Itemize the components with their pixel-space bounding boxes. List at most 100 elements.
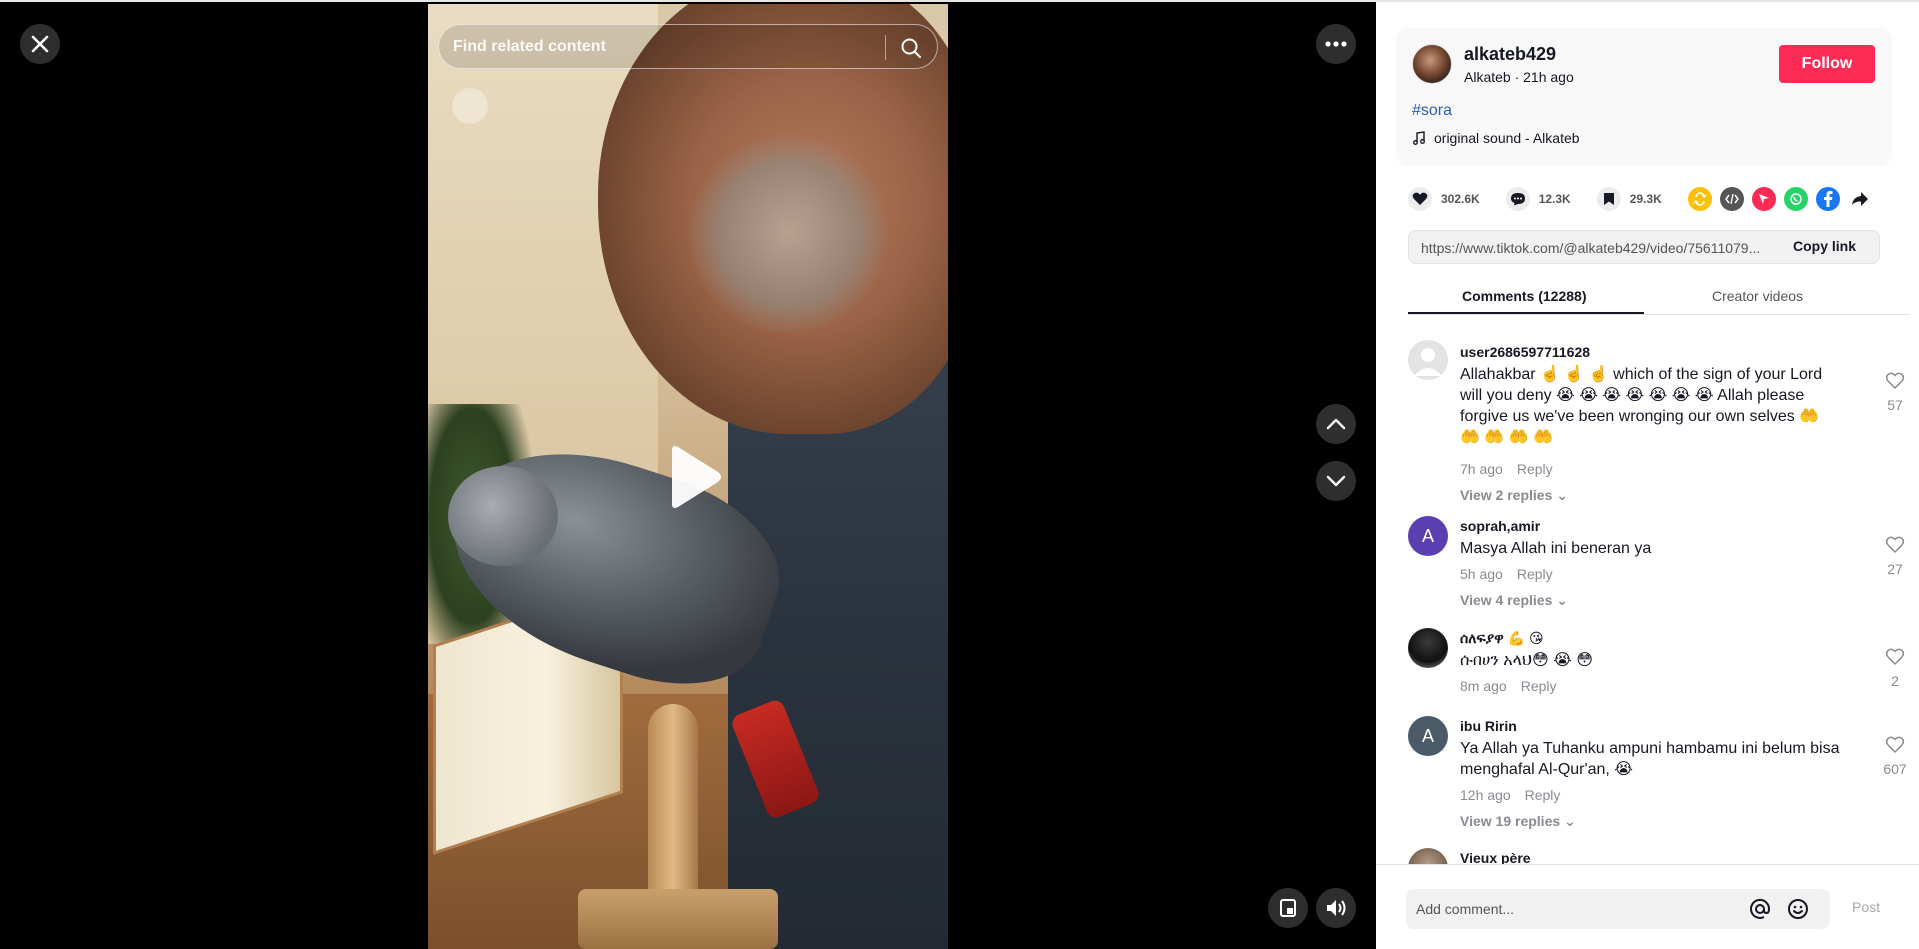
related-search-input[interactable]: [453, 25, 873, 68]
search-divider: [885, 35, 886, 60]
author-avatar[interactable]: [1412, 44, 1452, 84]
comment-avatar[interactable]: [1408, 628, 1448, 668]
comment-stat[interactable]: 12.3K: [1505, 187, 1571, 211]
view-replies-button[interactable]: View 2 replies ⌄: [1460, 487, 1568, 504]
comment-composer: Post: [1376, 864, 1919, 949]
comment-meta: 8m ago Reply: [1460, 678, 1557, 694]
share-arrow-icon[interactable]: [1848, 187, 1872, 211]
add-comment-box: [1406, 889, 1830, 929]
comment-text: ሱበሀን አላህ😳 😭 😳: [1460, 652, 1593, 669]
comment-username[interactable]: ሰለፍያዋ 💪 😘: [1460, 630, 1544, 647]
comment-item: ሰለፍያዋ 💪 😘 ሱበሀን አላህ😳 😭 😳 8m ago Reply 2: [1408, 628, 1905, 698]
chevron-up-icon: [1326, 418, 1346, 430]
comment-avatar[interactable]: A: [1408, 516, 1448, 556]
video-info-card: alkateb429 Alkateb · 21h ago Follow #sor…: [1396, 28, 1892, 166]
sora-watermark-icon: [452, 88, 488, 124]
tab-creator-videos[interactable]: Creator videos: [1712, 288, 1803, 304]
view-replies-label: View 4 replies: [1460, 592, 1553, 608]
facebook-icon[interactable]: [1815, 187, 1840, 211]
bookmark-icon: [1596, 187, 1621, 211]
play-button[interactable]: [664, 444, 724, 510]
active-tab-underline: [1408, 312, 1644, 314]
comment-username[interactable]: user2686597711628: [1460, 344, 1590, 360]
comment-like-count: 57: [1887, 397, 1903, 413]
search-icon[interactable]: [899, 36, 923, 60]
post-button[interactable]: Post: [1852, 899, 1880, 915]
tab-comments[interactable]: Comments (12288): [1462, 288, 1587, 304]
comment-username[interactable]: soprah,amir: [1460, 518, 1540, 534]
comment-text: Masya Allah ini beneran ya: [1460, 540, 1652, 557]
reply-button[interactable]: Reply: [1517, 566, 1553, 582]
heart-outline-icon: [1885, 648, 1905, 666]
video-scene-parrot-head: [448, 466, 558, 566]
save-count: 29.3K: [1629, 192, 1662, 206]
save-stat[interactable]: 29.3K: [1596, 187, 1662, 211]
comment-username[interactable]: Vieux père: [1460, 850, 1531, 864]
add-comment-input[interactable]: [1416, 889, 1736, 929]
like-count: 302.6K: [1441, 192, 1480, 206]
volume-icon: [1327, 900, 1346, 916]
comment-username[interactable]: ibu Ririn: [1460, 718, 1517, 734]
author-subline: Alkateb · 21h ago: [1464, 69, 1574, 85]
embed-icon[interactable]: [1719, 187, 1744, 211]
comment-avatar[interactable]: A: [1408, 716, 1448, 756]
heart-icon: [1408, 187, 1432, 211]
tiktok-video-page: alkateb429 Alkateb · 21h ago Follow #sor…: [0, 0, 1919, 949]
more-dots-icon: [1325, 41, 1347, 47]
more-options-button[interactable]: [1316, 24, 1356, 64]
previous-video-button[interactable]: [1316, 404, 1356, 444]
view-replies-label: View 2 replies: [1460, 487, 1553, 503]
comment-time: 12h ago: [1460, 787, 1511, 803]
view-replies-button[interactable]: View 19 replies ⌄: [1460, 813, 1576, 830]
send-icon[interactable]: [1751, 187, 1776, 211]
like-stat[interactable]: 302.6K: [1408, 187, 1480, 211]
comment-meta: 12h ago Reply: [1460, 787, 1560, 803]
default-avatar-icon[interactable]: [1408, 340, 1448, 380]
music-title: original sound - Alkateb: [1434, 130, 1580, 146]
reply-button[interactable]: Reply: [1525, 787, 1561, 803]
reply-button[interactable]: Reply: [1521, 678, 1557, 694]
mention-icon[interactable]: [1748, 897, 1772, 921]
view-replies-label: View 19 replies: [1460, 813, 1561, 829]
comment-count: 12.3K: [1538, 192, 1571, 206]
comment-meta: 7h ago Reply: [1460, 461, 1553, 477]
comment-like[interactable]: 607: [1880, 736, 1910, 777]
video-area: [0, 0, 1376, 949]
copy-link-button[interactable]: Copy link: [1793, 238, 1856, 254]
comment-like-count: 607: [1883, 761, 1907, 777]
video-link-url[interactable]: https://www.tiktok.com/@alkateb429/video…: [1421, 240, 1781, 256]
repost-icon[interactable]: [1687, 187, 1712, 211]
hashtag-link[interactable]: #sora: [1412, 102, 1452, 120]
volume-button[interactable]: [1316, 888, 1356, 928]
heart-outline-icon: [1885, 736, 1905, 754]
music-note-icon: [1413, 131, 1425, 145]
heart-outline-icon: [1885, 536, 1905, 554]
music-row[interactable]: original sound - Alkateb: [1412, 130, 1580, 146]
comment-bubble-icon: [1505, 187, 1530, 211]
chevron-down-icon: ⌄: [1556, 487, 1568, 503]
comment-like[interactable]: 57: [1880, 372, 1910, 413]
comment-text: Allahakbar ☝️ ☝️ ☝️ which of the sign of…: [1460, 366, 1823, 446]
view-replies-button[interactable]: View 4 replies ⌄: [1460, 592, 1568, 609]
video-scene-perch-base: [578, 889, 778, 949]
close-button[interactable]: [20, 24, 60, 64]
comment-item: A ibu Ririn Ya Allah ya Tuhanku ampuni h…: [1408, 716, 1907, 834]
picture-in-picture-button[interactable]: [1268, 888, 1308, 928]
comment-like-count: 2: [1891, 673, 1899, 689]
comment-like[interactable]: 2: [1880, 648, 1910, 689]
author-username[interactable]: alkateb429: [1464, 44, 1556, 65]
comment-avatar[interactable]: [1408, 848, 1448, 864]
follow-button[interactable]: Follow: [1779, 45, 1875, 83]
close-icon: [31, 35, 49, 53]
comment-time: 7h ago: [1460, 461, 1503, 477]
chevron-down-icon: ⌄: [1556, 592, 1568, 608]
emoji-icon[interactable]: [1786, 897, 1810, 921]
comment-meta: 5h ago Reply: [1460, 566, 1553, 582]
reply-button[interactable]: Reply: [1517, 461, 1553, 477]
panel-tabs: Comments (12288) Creator videos: [1408, 282, 1910, 315]
next-video-button[interactable]: [1316, 461, 1356, 501]
chevron-down-icon: ⌄: [1564, 813, 1576, 829]
comment-like[interactable]: 27: [1880, 536, 1910, 577]
related-search-bar: [438, 24, 938, 69]
whatsapp-icon[interactable]: [1783, 187, 1808, 211]
